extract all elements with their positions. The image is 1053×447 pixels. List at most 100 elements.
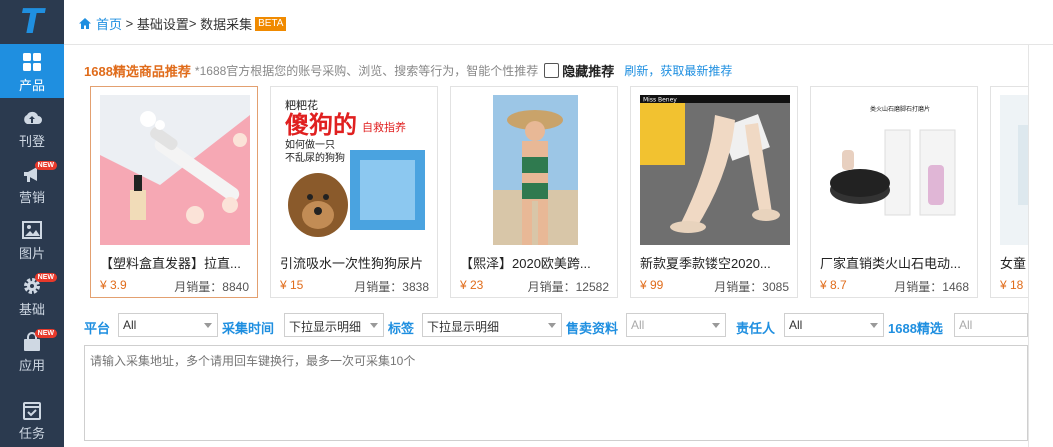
owner-value: All bbox=[789, 318, 803, 332]
breadcrumb-separator: > bbox=[188, 16, 201, 31]
product-card[interactable]: Miss Beney 新款夏季款镂空2020... ¥ 99 月销量：3085 bbox=[630, 86, 798, 298]
product-card[interactable]: 类火山石磨脚石打磨片 厂家直销类火山石电动... ¥ 8.7 月销量：1468 bbox=[810, 86, 978, 298]
sidebar-item-label: 刊登 bbox=[18, 134, 45, 149]
sidebar-item-basic[interactable]: NEW 基础 bbox=[0, 268, 64, 322]
recommend-title: 1688精选商品推荐 bbox=[84, 63, 191, 79]
product-price: ¥ 18 bbox=[1000, 278, 1024, 292]
selected-1688-value: All bbox=[959, 318, 973, 332]
tag-value: 下拉显示明细 bbox=[427, 320, 500, 334]
sidebar-item-tasks[interactable]: 任务 bbox=[0, 392, 64, 446]
product-image bbox=[1000, 95, 1028, 245]
grid-icon bbox=[23, 53, 41, 71]
product-sales: 月销量：12582 bbox=[527, 280, 609, 294]
filter-bar: 平台 All 采集时间 下拉显示明细 标签 下拉显示明细 售卖资料 All 责任… bbox=[84, 313, 1028, 339]
product-image-caption: 傻狗的 bbox=[285, 111, 357, 139]
product-sales: 月销量：3085 bbox=[714, 280, 789, 294]
product-sales: 月销量：1468 bbox=[894, 280, 969, 294]
product-card[interactable]: 【熙泽】2020欧美跨... ¥ 23 月销量：12582 bbox=[450, 86, 618, 298]
sidebar-item-label: 任务 bbox=[18, 426, 45, 441]
product-image-caption: 自救指养 bbox=[362, 120, 406, 134]
chevron-down-icon bbox=[870, 323, 878, 328]
product-image-caption: 如何做一只 bbox=[285, 138, 335, 151]
new-badge: NEW bbox=[34, 161, 57, 170]
product-title: 【塑料盒直发器】拉直... bbox=[100, 256, 241, 271]
product-title: 【熙泽】2020欧美跨... bbox=[460, 256, 591, 271]
sidebar-item-images[interactable]: 图片 bbox=[0, 212, 64, 266]
cloud-upload-icon bbox=[24, 111, 42, 124]
product-image-caption: Miss Beney bbox=[643, 97, 677, 104]
image-icon bbox=[22, 221, 42, 239]
hide-recommend-checkbox[interactable] bbox=[544, 62, 560, 78]
platform-value: All bbox=[123, 318, 137, 332]
collect-time-label: 采集时间 bbox=[222, 321, 275, 336]
product-card[interactable]: 【塑料盒直发器】拉直... ¥ 3.9 月销量：8840 bbox=[90, 86, 258, 298]
sell-info-label: 售卖资料 bbox=[566, 321, 619, 336]
selected-1688-label: 1688精选 bbox=[888, 321, 943, 336]
collect-time-value: 下拉显示明细 bbox=[289, 320, 362, 334]
breadcrumb-separator: > bbox=[122, 16, 137, 31]
chevron-down-icon bbox=[204, 323, 212, 328]
sidebar: T 产品 刊登 NEW 营销 图片 NEW 基础 NEW 应用 任务 bbox=[0, 0, 64, 447]
sidebar-item-label: 图片 bbox=[18, 246, 45, 261]
sidebar-item-marketing[interactable]: NEW 营销 bbox=[0, 156, 64, 210]
collect-time-select[interactable]: 下拉显示明细 bbox=[284, 313, 384, 337]
sidebar-item-apps[interactable]: NEW 应用 bbox=[0, 324, 64, 378]
top-bar: 首页 > 基础设置 > 数据采集 BETA bbox=[64, 0, 1053, 45]
collect-url-input[interactable] bbox=[84, 345, 1028, 441]
product-title: 厂家直销类火山石电动... bbox=[820, 256, 961, 271]
chevron-down-icon bbox=[370, 323, 378, 328]
selected-1688-select[interactable]: All bbox=[954, 313, 1028, 337]
refresh-recommend-link[interactable]: 刷新，获取最新推荐 bbox=[624, 62, 732, 79]
owner-label: 责任人 bbox=[736, 321, 776, 336]
product-price: ¥ 23 bbox=[460, 278, 484, 292]
logo-letter: T bbox=[20, 2, 44, 42]
sidebar-item-publish[interactable]: 刊登 bbox=[0, 100, 64, 154]
breadcrumb: 首页 > 基础设置 > 数据采集 BETA bbox=[78, 14, 287, 33]
recommend-bar: 1688精选商品推荐 *1688官方根据您的账号采购、浏览、搜索等行为，智能个性… bbox=[84, 60, 1028, 80]
sidebar-item-label: 基础 bbox=[18, 302, 45, 317]
breadcrumb-home-label: 首页 bbox=[96, 17, 123, 32]
product-image bbox=[460, 95, 610, 245]
tag-label: 标签 bbox=[388, 321, 415, 336]
sell-info-select[interactable]: All bbox=[626, 313, 726, 337]
beta-badge: BETA bbox=[255, 16, 287, 31]
chevron-down-icon bbox=[548, 323, 556, 328]
hide-recommend-label[interactable]: 隐藏推荐 bbox=[562, 61, 614, 80]
platform-label: 平台 bbox=[84, 321, 111, 336]
product-price: ¥ 15 bbox=[280, 278, 304, 292]
product-image: Miss Beney bbox=[640, 95, 790, 245]
product-image-caption: 不乱尿的狗狗 bbox=[285, 151, 345, 164]
product-price: ¥ 3.9 bbox=[100, 278, 127, 292]
breadcrumb-level2[interactable]: 基础设置 bbox=[137, 14, 189, 33]
new-badge: NEW bbox=[34, 329, 57, 338]
product-image: 类火山石磨脚石打磨片 bbox=[820, 95, 970, 245]
breadcrumb-home[interactable]: 首页 bbox=[78, 14, 122, 33]
product-image: 粑粑花 傻狗的 自救指养 如何做一只 不乱尿的狗狗 bbox=[280, 95, 430, 245]
home-icon bbox=[79, 18, 91, 29]
recommend-note: *1688官方根据您的账号采购、浏览、搜索等行为，智能个性推荐 bbox=[194, 63, 539, 78]
chevron-down-icon bbox=[712, 323, 720, 328]
tag-select[interactable]: 下拉显示明细 bbox=[422, 313, 562, 337]
sidebar-item-products[interactable]: 产品 bbox=[0, 44, 64, 98]
product-card[interactable]: 女童 ¥ 18 bbox=[990, 86, 1028, 298]
sell-info-value: All bbox=[631, 318, 645, 332]
sidebar-item-label: 产品 bbox=[18, 78, 45, 93]
breadcrumb-current: 数据采集 bbox=[200, 17, 253, 32]
product-sales: 月销量：3838 bbox=[354, 280, 429, 294]
new-badge: NEW bbox=[34, 273, 57, 282]
product-card[interactable]: 粑粑花 傻狗的 自救指养 如何做一只 不乱尿的狗狗 引流吸水一次性狗狗尿片 ¥ … bbox=[270, 86, 438, 298]
product-price: ¥ 8.7 bbox=[820, 278, 847, 292]
sidebar-item-label: 应用 bbox=[18, 358, 45, 373]
platform-select[interactable]: All bbox=[118, 313, 218, 337]
product-title: 女童 bbox=[1000, 256, 1027, 271]
sidebar-item-label: 营销 bbox=[18, 190, 45, 205]
calendar-check-icon bbox=[23, 402, 41, 420]
product-image-caption: 类火山石磨脚石打磨片 bbox=[870, 105, 930, 113]
product-title: 引流吸水一次性狗狗尿片 bbox=[280, 256, 424, 271]
app-logo[interactable]: T bbox=[0, 0, 64, 44]
owner-select[interactable]: All bbox=[784, 313, 884, 337]
product-title: 新款夏季款镂空2020... bbox=[640, 256, 771, 271]
product-price: ¥ 99 bbox=[640, 278, 664, 292]
product-carousel: 【塑料盒直发器】拉直... ¥ 3.9 月销量：8840 粑粑花 傻狗的 自救指… bbox=[90, 86, 1028, 298]
content-border bbox=[1028, 44, 1029, 447]
